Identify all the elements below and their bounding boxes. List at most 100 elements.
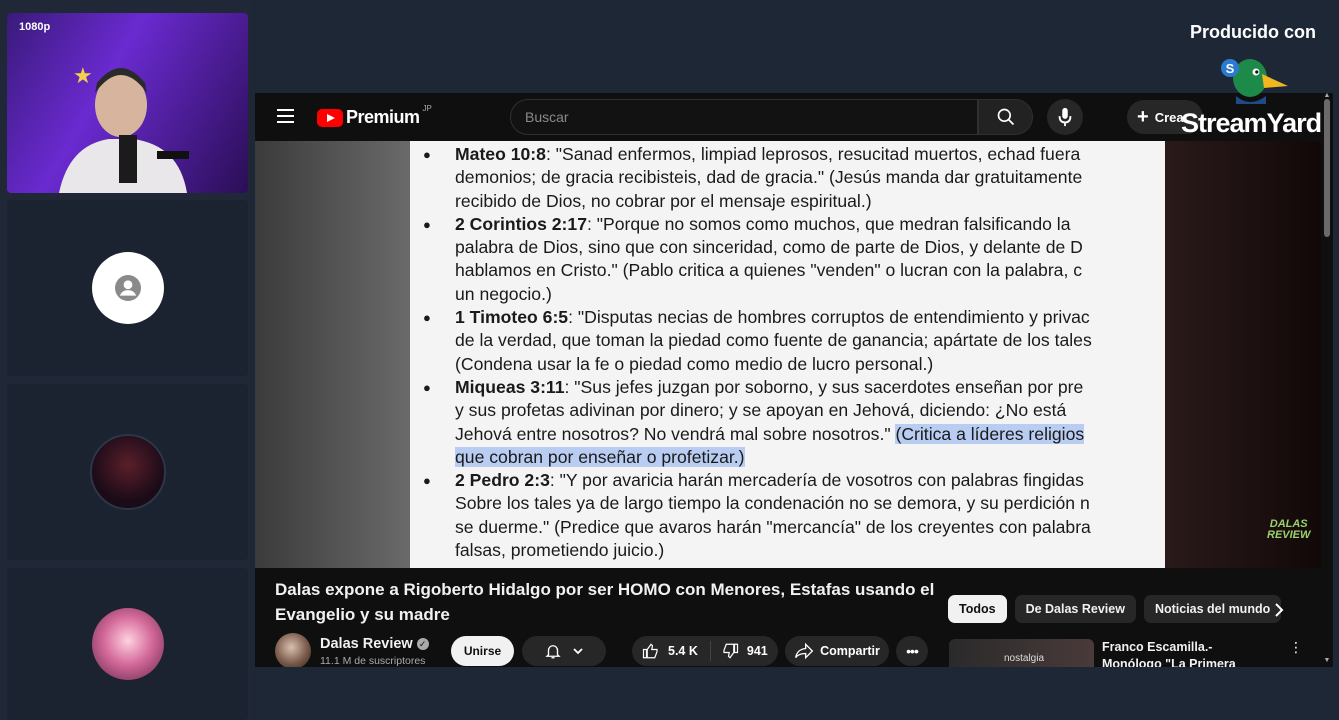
video-document-text: Mateo 10:8: "Sanad enfermos, limpiad lep…: [410, 141, 1165, 568]
document-line-text: de la verdad, que toman la piedad como f…: [455, 330, 1092, 351]
document-line-text: Jehová entre nosotros? No vendrá mal sob…: [455, 423, 896, 444]
document-line: y sus profetas adivinan por dinero; y se…: [410, 399, 1165, 422]
document-line: palabra de Dios, sino que con sinceridad…: [410, 236, 1165, 259]
document-line: demonios; de gracia recibisteis, dad de …: [410, 166, 1165, 189]
document-line-text: : "Porque no somos como muchos, que medr…: [587, 213, 1071, 234]
document-line-text: y sus profetas adivinan por dinero; y se…: [455, 400, 1067, 421]
filter-chips: Todos De Dalas Review Noticias del mundo: [948, 595, 1282, 625]
document-line-text: : "Y por avaricia harán mercadería de vo…: [549, 470, 1084, 491]
user-icon: [114, 275, 141, 301]
participant-tile[interactable]: [7, 200, 248, 376]
more-actions-button[interactable]: •••: [896, 636, 928, 666]
document-line-text: : "Sus jefes juzgan por soborno, y sus s…: [564, 376, 1084, 397]
streamyard-branding: Producido con S StreamYard: [1180, 20, 1330, 140]
search-icon: [997, 108, 1014, 126]
participant-tile[interactable]: [7, 568, 248, 720]
document-bullet-line: 2 Corintios 2:17: "Porque no somos como …: [410, 213, 1165, 237]
menu-icon[interactable]: [277, 109, 294, 123]
document-line: hablamos en Cristo." (Pablo critica a qu…: [410, 259, 1165, 282]
document-line-text: un negocio.): [455, 283, 552, 304]
channel-name[interactable]: Dalas Review ✓: [320, 636, 429, 652]
video-player[interactable]: Mateo 10:8: "Sanad enfermos, limpiad lep…: [255, 141, 1321, 568]
participant-tile[interactable]: [7, 384, 248, 560]
chip[interactable]: De Dalas Review: [1014, 595, 1136, 623]
search-button[interactable]: [978, 99, 1033, 135]
document-line-text: recibido de Dios, no cobrar por el mensa…: [455, 190, 872, 211]
like-dislike-group: 5.4 K 941: [632, 636, 778, 666]
document-line: un negocio.): [410, 283, 1165, 306]
document-line-text: : "Disputas necias de hombres corruptos …: [568, 307, 1090, 328]
scrollbar[interactable]: ▲ ▼: [1323, 93, 1331, 667]
chevron-right-icon[interactable]: [1265, 596, 1293, 624]
video-thumbnail[interactable]: nostalgia: [949, 639, 1094, 667]
recommended-title[interactable]: Franco Escamilla.- Monólogo "La Primera …: [1102, 639, 1272, 667]
like-button[interactable]: 5.4 K: [632, 641, 711, 661]
share-button[interactable]: Compartir: [785, 636, 889, 666]
join-button[interactable]: Unirse: [451, 636, 514, 666]
video-title: Dalas expone a Rigoberto Hidalgo por ser…: [275, 580, 935, 624]
document-line-text: demonios; de gracia recibisteis, dad de …: [455, 167, 1083, 188]
chip[interactable]: Noticias del mundo: [1143, 595, 1282, 623]
svg-text:S: S: [1226, 61, 1235, 76]
document-line-text: Sobre los tales ya de largo tiempo la co…: [455, 493, 1090, 514]
subscriber-count: 11.1 M de suscriptores: [320, 655, 426, 667]
plus-icon: +: [1137, 105, 1149, 128]
document-line-text: hablamos en Cristo." (Pablo critica a qu…: [455, 260, 1083, 281]
verse-reference: 2 Pedro 2:3: [455, 470, 550, 491]
document-line: se duerme." (Predice que avaros harán "m…: [410, 516, 1165, 539]
avatar: [89, 434, 166, 510]
document-line: recibido de Dios, no cobrar por el mensa…: [410, 190, 1165, 213]
scroll-down-arrow[interactable]: ▼: [1323, 657, 1331, 664]
voice-search-button[interactable]: [1047, 99, 1083, 135]
document-line: que cobran por enseñar o profetizar.): [410, 446, 1165, 469]
default-avatar: [91, 252, 164, 324]
notifications-button[interactable]: [522, 636, 606, 666]
dislike-button[interactable]: 941: [711, 642, 778, 660]
document-line: (Condena usar la fe o piedad como medio …: [410, 353, 1165, 376]
recommended-video[interactable]: nostalgia Franco Escamilla.- Monólogo "L…: [949, 639, 1319, 667]
document-line-text: : "Sanad enfermos, limpiad leprosos, res…: [545, 144, 1081, 164]
verse-reference: Mateo 10:8: [455, 144, 546, 164]
kebab-menu-icon[interactable]: ⋮: [1289, 639, 1303, 656]
host-camera-tile[interactable]: 1080p ★: [7, 13, 248, 193]
video-background: [1165, 141, 1321, 568]
verse-reference: 2 Corintios 2:17: [455, 213, 587, 234]
duck-logo-icon: S: [1221, 59, 1288, 104]
document-bullet-line: 1 Timoteo 6:5: "Disputas necias de hombr…: [410, 306, 1165, 330]
microphone-icon: [1058, 107, 1072, 127]
shared-screen: Premium JP + Crear Mateo 10:8: "Sanad en…: [255, 93, 1333, 667]
participants-sidebar: 1080p ★: [0, 0, 250, 720]
search-input[interactable]: [511, 100, 977, 134]
document-line: de la verdad, que toman la piedad como f…: [410, 329, 1165, 352]
document-line: falsas, prometiendo juicio.): [410, 539, 1165, 562]
chip[interactable]: Todos: [948, 595, 1007, 623]
youtube-logo[interactable]: Premium JP: [317, 104, 432, 128]
highlighted-text: que cobran por enseñar o profetizar.): [455, 446, 745, 467]
verse-reference: Miqueas 3:11: [455, 376, 565, 397]
thumbs-down-icon: [723, 643, 738, 659]
channel-row: Dalas Review ✓ 11.1 M de suscriptores Uni…: [275, 633, 955, 667]
thumbs-up-icon: [642, 643, 658, 659]
document-line-text: falsas, prometiendo juicio.): [455, 540, 665, 561]
search-box: [510, 99, 978, 135]
video-background: [255, 141, 410, 568]
channel-avatar[interactable]: [275, 633, 311, 667]
resolution-badge: 1080p: [19, 21, 51, 33]
bell-icon: [545, 645, 561, 659]
highlighted-text: (Critica a líderes religios: [895, 423, 1085, 444]
star-icon: ★: [73, 63, 93, 88]
document-line: Sobre los tales ya de largo tiempo la co…: [410, 492, 1165, 515]
document-line-text: (Condena usar la fe o piedad como medio …: [455, 353, 934, 374]
verified-icon: ✓: [416, 638, 429, 650]
document-line-text: se duerme." (Predice que avaros harán "m…: [455, 516, 1091, 537]
channel-watermark: DALAS REVIEW: [1267, 518, 1311, 541]
verse-reference: 1 Timoteo 6:5: [455, 307, 569, 328]
streamyard-logo-text: StreamYard: [1181, 108, 1322, 138]
avatar: [91, 608, 164, 680]
produced-with-label: Producido con: [1190, 22, 1316, 42]
share-icon: [795, 642, 814, 660]
document-line-text: palabra de Dios, sino que con sinceridad…: [455, 237, 1083, 258]
document-bullet-line: Miqueas 3:11: "Sus jefes juzgan por sobo…: [410, 376, 1165, 400]
document-bullet-line: 2 Pedro 2:3: "Y por avaricia harán merca…: [410, 469, 1165, 493]
youtube-header: Premium JP + Crear: [255, 93, 1333, 141]
